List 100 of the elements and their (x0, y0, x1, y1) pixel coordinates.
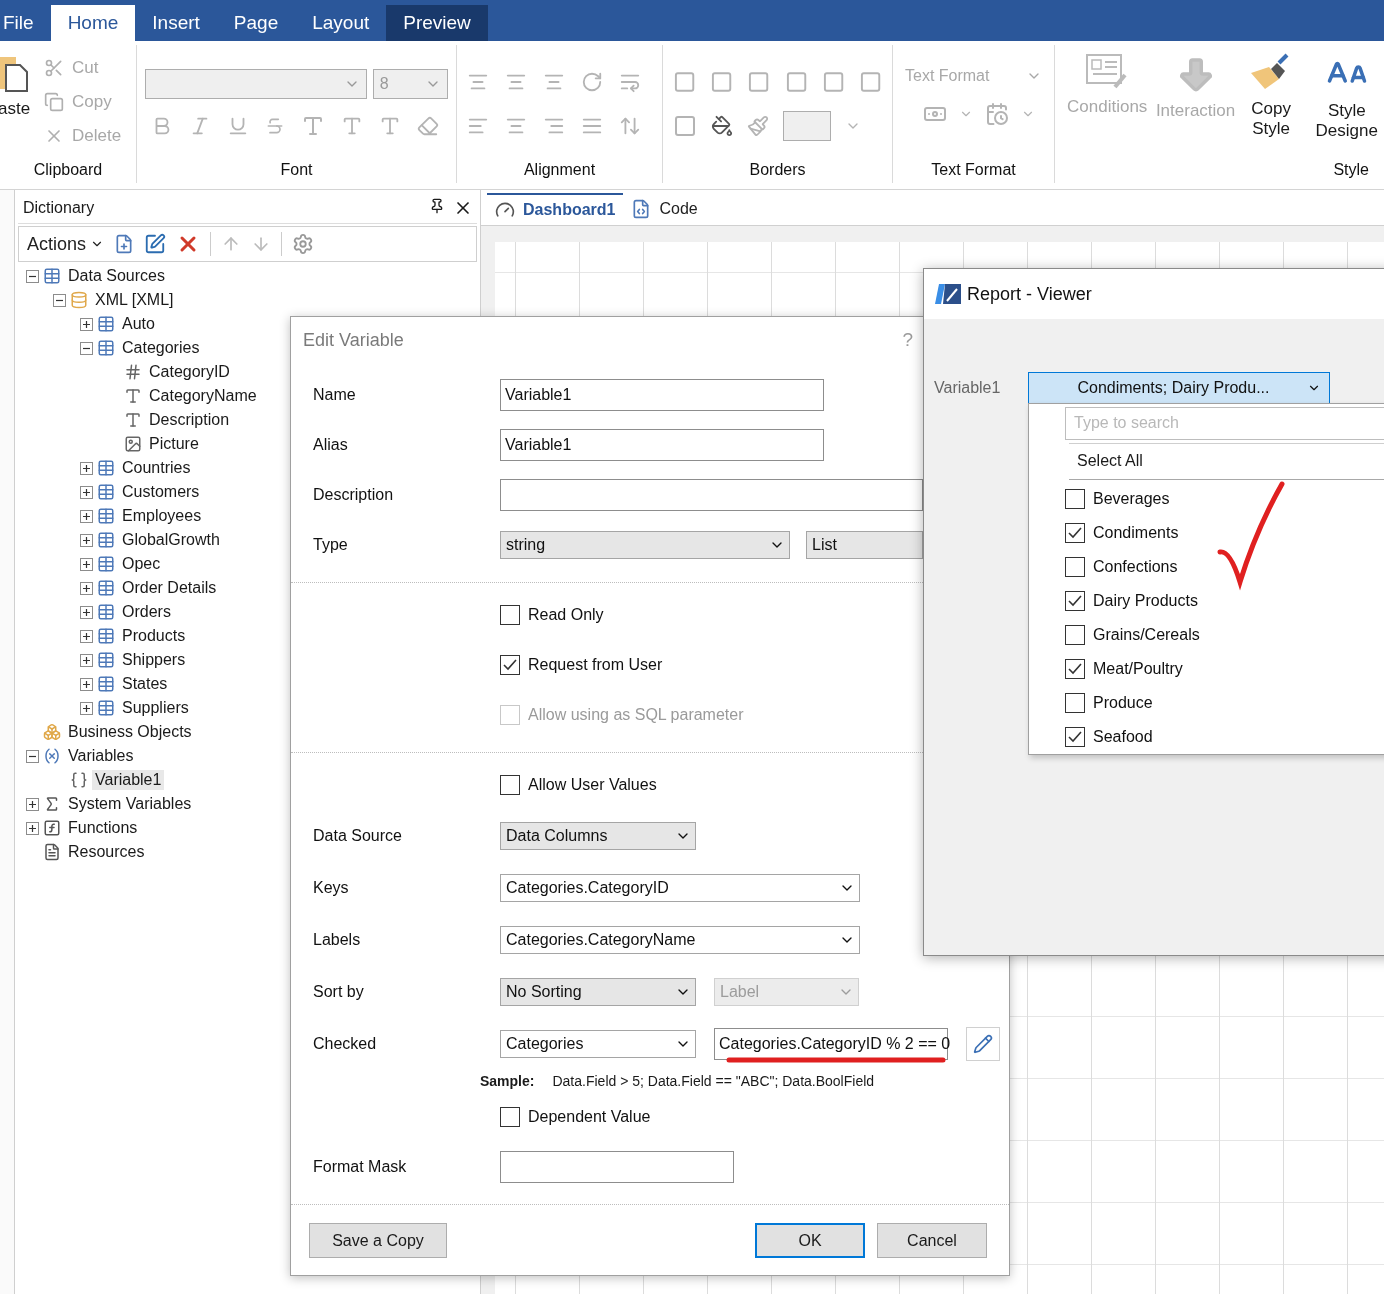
select-all-item[interactable]: Select All (1069, 442, 1384, 480)
tree-item[interactable]: Orders (119, 602, 174, 622)
plus-icon (28, 799, 37, 809)
tree-item[interactable]: Business Objects (65, 722, 195, 742)
data-source-dropdown[interactable]: Data Columns (500, 822, 696, 850)
tree-item[interactable]: Variables (65, 746, 137, 766)
column-dropdown[interactable]: Categories.CategoryID (500, 874, 860, 902)
tree-item[interactable]: States (119, 674, 171, 694)
edit-icon[interactable] (144, 233, 167, 255)
checkbox-label: Allow User Values (528, 776, 657, 794)
text-input[interactable] (500, 1151, 734, 1183)
tree-item[interactable]: CategoryID (146, 362, 233, 382)
checkbox[interactable] (500, 655, 520, 675)
expand-toggle[interactable] (80, 677, 93, 691)
column-dropdown[interactable]: Categories.CategoryName (500, 926, 860, 954)
tree-item[interactable]: GlobalGrowth (119, 530, 223, 550)
checkbox[interactable] (1065, 625, 1085, 645)
tree-item[interactable]: Functions (65, 818, 141, 838)
settings-icon[interactable] (292, 233, 315, 255)
checkbox[interactable] (500, 1107, 520, 1127)
expand-toggle[interactable] (80, 533, 93, 547)
expand-toggle[interactable] (26, 797, 39, 811)
source-dropdown[interactable]: Categories (500, 1030, 696, 1058)
expand-toggle[interactable] (80, 557, 93, 571)
checkbox-label: Grains/Cereals (1093, 626, 1200, 644)
code-file-icon (631, 199, 652, 219)
ribbon-tab[interactable]: File (0, 5, 51, 41)
tree-item[interactable]: Shippers (119, 650, 189, 670)
pin-icon[interactable] (429, 197, 445, 214)
checkbox[interactable] (1065, 693, 1085, 713)
tree-item[interactable]: Resources (65, 842, 148, 862)
ribbon-tab[interactable]: Preview (386, 5, 488, 41)
table-icon (97, 579, 115, 597)
dialog-button[interactable]: OK (755, 1223, 865, 1258)
expand-toggle[interactable] (80, 605, 93, 619)
tree-item[interactable]: Variable1 (92, 770, 165, 790)
document-tab[interactable]: Code (623, 193, 706, 225)
tree-item[interactable]: Data Sources (65, 266, 168, 286)
fill-color-icon[interactable] (711, 115, 733, 137)
expand-toggle[interactable] (80, 581, 93, 595)
ribbon-tab[interactable]: Insert (135, 5, 217, 41)
table-icon (97, 483, 115, 501)
new-item-icon[interactable] (114, 234, 135, 254)
list-dropdown[interactable]: List (806, 531, 923, 559)
image-field-icon (124, 435, 142, 453)
checkbox[interactable] (500, 605, 520, 625)
type-dropdown[interactable]: string (500, 531, 790, 559)
dialog-button[interactable]: Cancel (877, 1223, 987, 1258)
text-input[interactable]: Variable1 (500, 379, 824, 411)
expand-toggle[interactable] (80, 461, 93, 475)
expression-input[interactable]: Categories.CategoryID % 2 == 0 (714, 1028, 948, 1060)
edit-expression-button[interactable] (966, 1027, 1000, 1061)
expand-toggle[interactable] (80, 629, 93, 643)
checkbox[interactable] (1065, 557, 1085, 577)
ribbon-button[interactable]: Copy Style (1243, 53, 1299, 161)
expand-toggle[interactable] (26, 821, 39, 835)
ribbon-button[interactable]: Style Designe (1306, 53, 1384, 161)
tree-item[interactable]: Countries (119, 458, 194, 478)
tree-item[interactable]: Employees (119, 506, 205, 526)
ribbon-tab[interactable]: Page (216, 5, 296, 41)
tree-item[interactable]: Description (146, 410, 233, 430)
collapse-toggle[interactable] (53, 293, 66, 307)
checkbox[interactable] (500, 775, 520, 795)
expand-toggle[interactable] (80, 509, 93, 523)
dialog-button[interactable]: Save a Copy (309, 1223, 447, 1258)
text-input[interactable]: Variable1 (500, 429, 824, 461)
tree-item[interactable]: CategoryName (146, 386, 260, 406)
variable-dropdown[interactable]: Condiments; Dairy Produ... (1028, 372, 1331, 404)
field-label: Type (313, 536, 349, 554)
checkbox[interactable] (1065, 489, 1085, 509)
tree-item[interactable]: Picture (146, 434, 202, 454)
sort-dropdown[interactable]: No Sorting (500, 978, 696, 1006)
checkbox[interactable] (1065, 523, 1085, 543)
group-label: Clipboard (33, 161, 103, 178)
tree-item[interactable]: Opec (119, 554, 164, 574)
checkbox[interactable] (1065, 659, 1085, 679)
tree-item[interactable]: System Variables (65, 794, 195, 814)
text-input[interactable] (500, 479, 923, 511)
tree-item[interactable]: Suppliers (119, 698, 192, 718)
expand-toggle[interactable] (80, 701, 93, 715)
table-icon (97, 651, 115, 669)
checkbox-label: Request from User (528, 656, 663, 674)
ribbon-tab[interactable]: Layout (295, 5, 387, 41)
collapse-toggle[interactable] (26, 269, 39, 283)
tree-item[interactable]: Customers (119, 482, 203, 502)
tree-item[interactable]: Products (119, 626, 189, 646)
actions-menu[interactable]: Actions (27, 233, 105, 255)
collapse-toggle[interactable] (26, 749, 39, 763)
tree-item[interactable]: Order Details (119, 578, 220, 598)
plus-icon (82, 535, 91, 545)
collapse-toggle[interactable] (80, 341, 93, 355)
tree-item[interactable]: Auto (119, 314, 158, 334)
ribbon-tab[interactable]: Home (50, 5, 136, 41)
tree-item[interactable]: XML [XML] (92, 290, 177, 310)
tree-item[interactable]: Categories (119, 338, 203, 358)
checkbox[interactable] (1065, 591, 1085, 611)
expand-toggle[interactable] (80, 485, 93, 499)
expand-toggle[interactable] (80, 653, 93, 667)
expand-toggle[interactable] (80, 317, 93, 331)
checkbox[interactable] (1065, 727, 1085, 747)
